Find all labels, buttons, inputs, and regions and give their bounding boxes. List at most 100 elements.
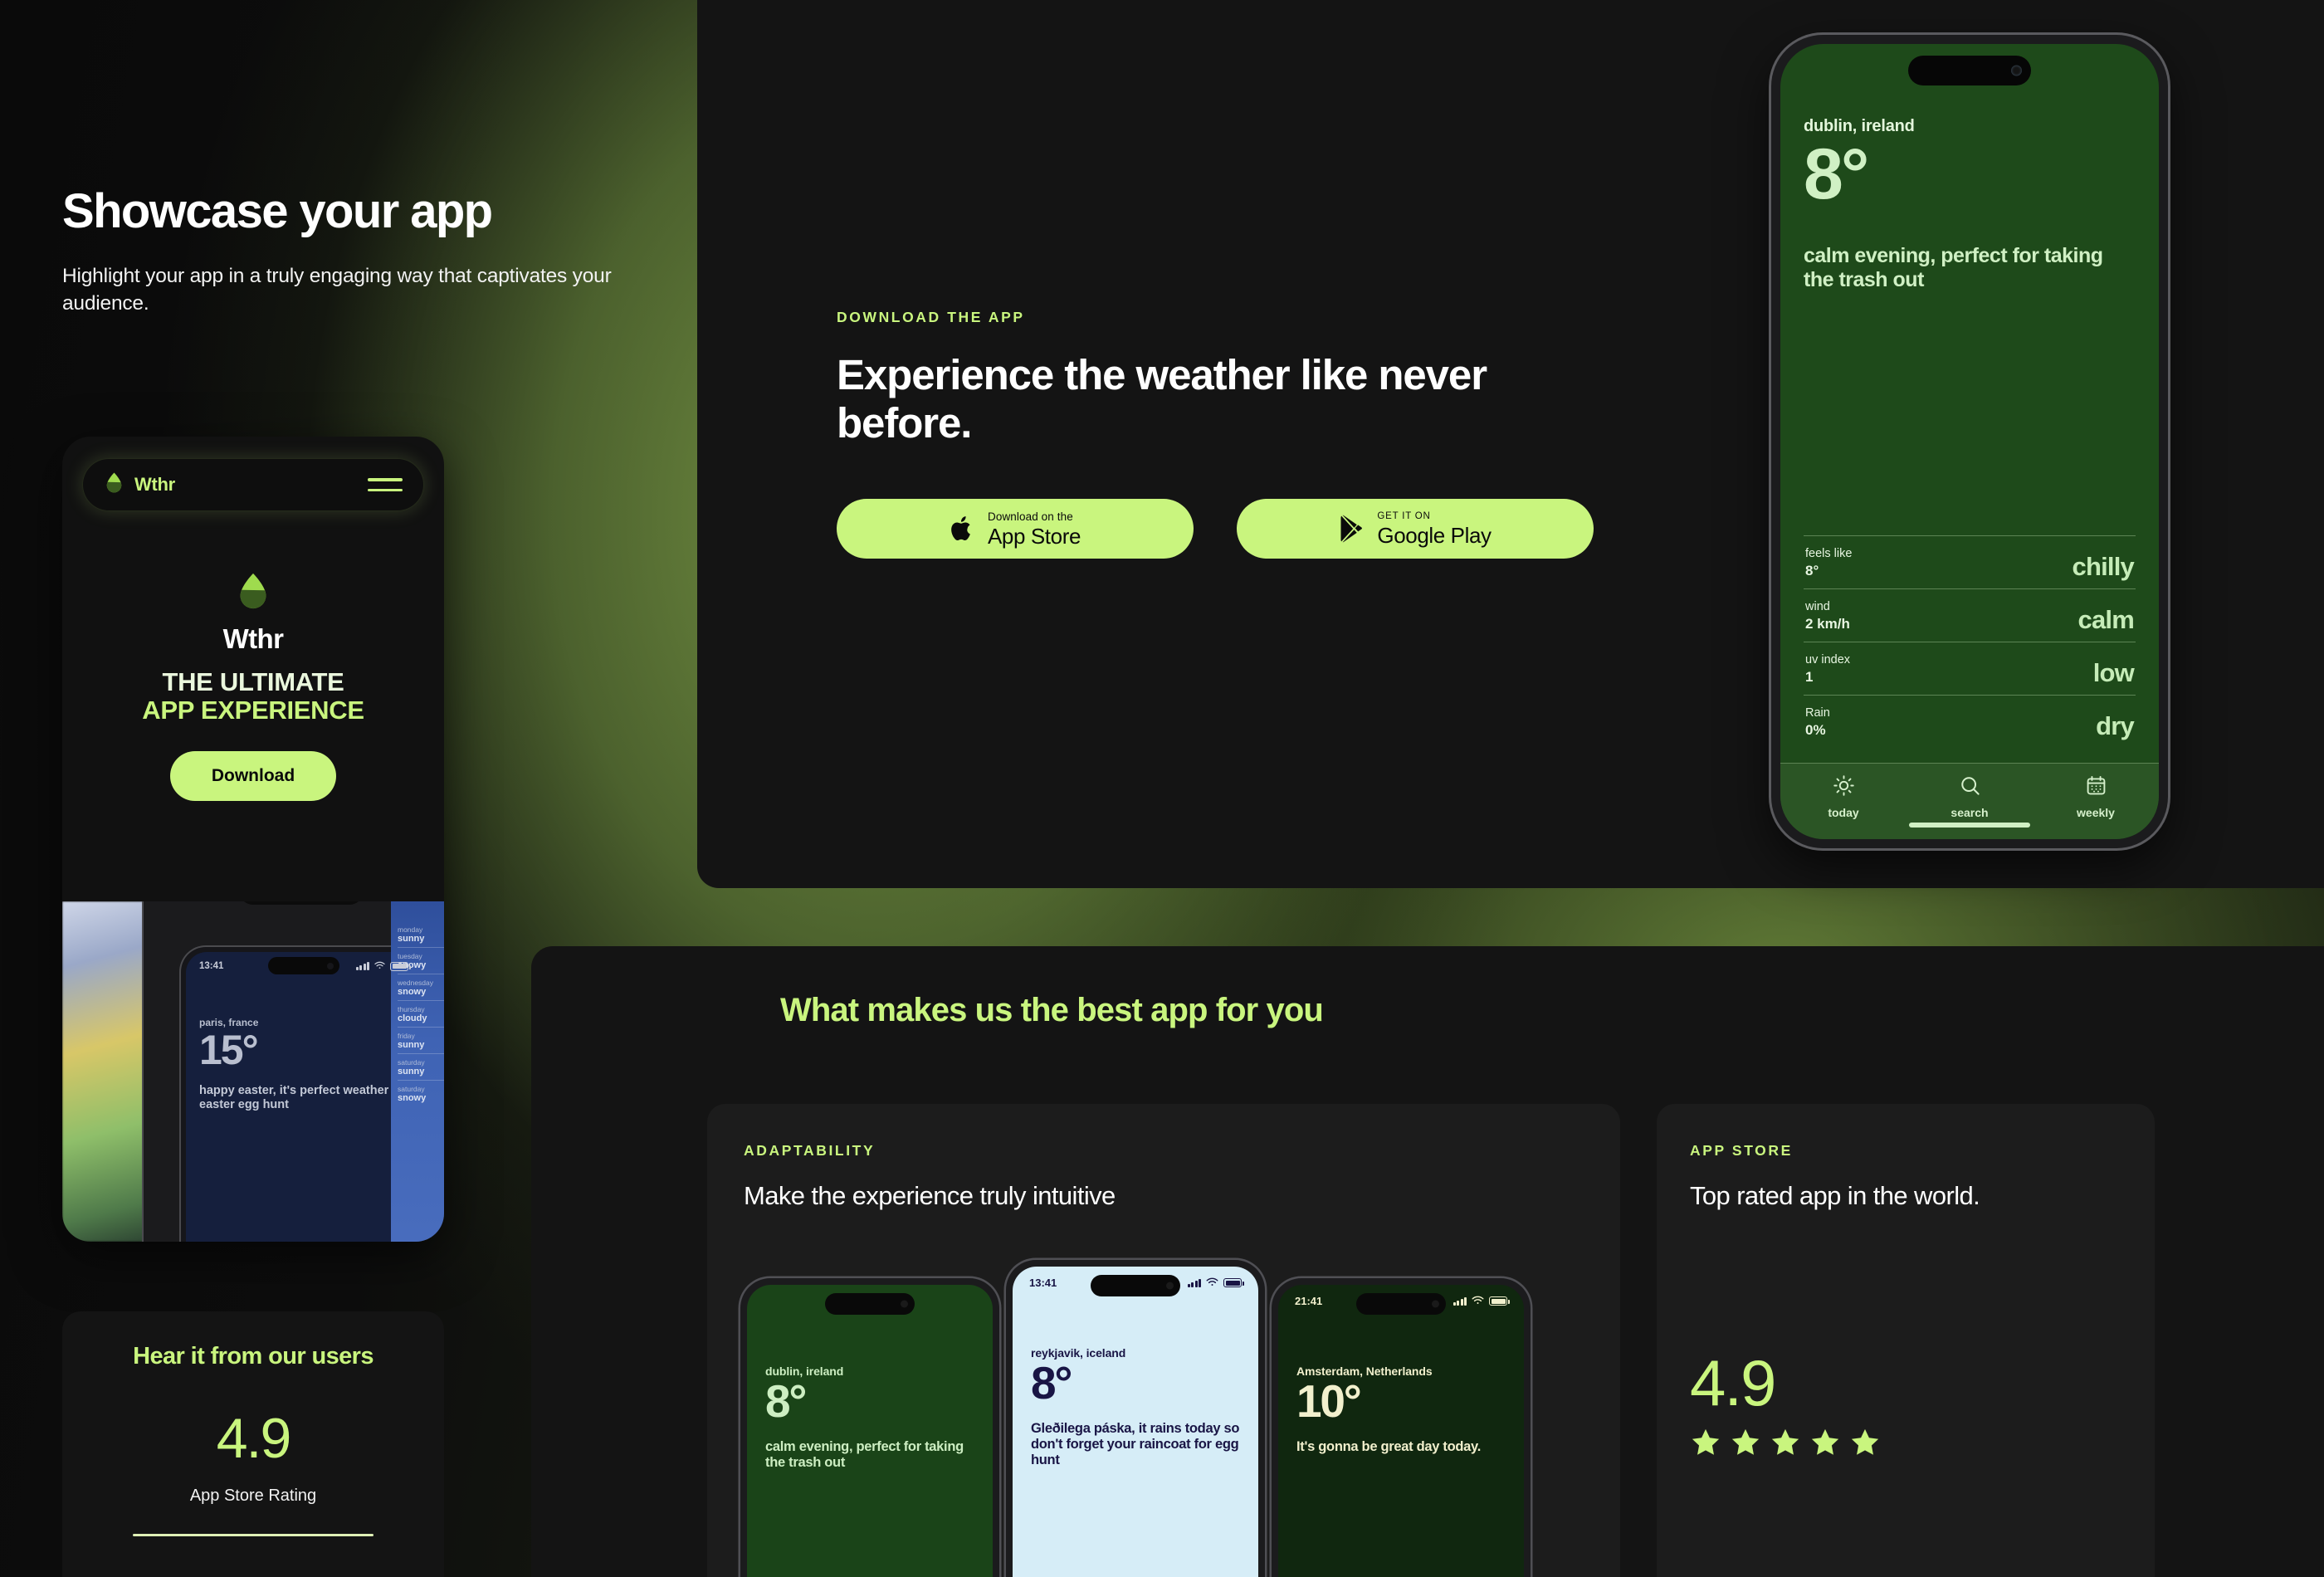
- nav-item-today[interactable]: today: [1798, 774, 1889, 819]
- forecast-row: thursday cloudy: [398, 999, 444, 1027]
- nav-item-search[interactable]: search: [1924, 774, 2015, 819]
- status-time: 13:41: [199, 961, 224, 971]
- stat-row-uv-index: uv index 1 low: [1804, 641, 2136, 695]
- phone-temperature: 8°: [1031, 1357, 1072, 1409]
- wifi-icon: [374, 959, 385, 974]
- nav-label: search: [1950, 806, 1989, 819]
- signal-icon: [355, 962, 369, 970]
- inner-phone-temperature: 15°: [199, 1027, 259, 1073]
- app-store-score: 4.9: [1690, 1346, 1776, 1419]
- stat-label: uv index: [1805, 652, 1851, 666]
- stat-row-feels-like: feels like 8° chilly: [1804, 535, 2136, 588]
- app-store-card: APP STORE Top rated app in the world. 4.…: [1657, 1104, 2155, 1577]
- app-store-big: App Store: [987, 524, 1081, 549]
- search-icon: [1959, 774, 1981, 801]
- forecast-row: friday sunny: [398, 1026, 444, 1053]
- phone-notch: [1091, 1275, 1180, 1296]
- main-phone-stats: feels like 8° chilly wind 2 km/h calm uv…: [1804, 535, 2136, 749]
- main-phone-bottom-nav: today search weekly: [1780, 763, 2159, 839]
- forecast-day: saturday: [398, 1057, 425, 1067]
- forecast-summary: sunny: [398, 1039, 425, 1050]
- testimonial-card: Hear it from our users 4.9 App Store Rat…: [62, 1311, 444, 1577]
- download-button[interactable]: Download: [170, 751, 336, 802]
- forecast-day: thursday: [398, 1004, 425, 1013]
- adaptability-headline: Make the experience truly intuitive: [744, 1181, 1116, 1210]
- main-phone-temperature: 8°: [1804, 134, 1869, 214]
- stat-row-wind: wind 2 km/h calm: [1804, 588, 2136, 642]
- stat-row-rain: Rain 0% dry: [1804, 694, 2136, 748]
- store-buttons: Download on the App Store GET IT ON Goog…: [837, 499, 1594, 559]
- battery-icon: [390, 961, 411, 971]
- phone-description: It's gonna be great day today.: [1296, 1438, 1481, 1454]
- stat-label: feels like: [1805, 546, 1853, 560]
- forecast-summary: snowy: [398, 1092, 427, 1103]
- nav-item-weekly[interactable]: weekly: [2050, 774, 2141, 819]
- phone-notch: [1356, 1293, 1446, 1315]
- status-time: 21:41: [1295, 1295, 1323, 1307]
- download-eyebrow: DOWNLOAD THE APP: [837, 309, 1025, 325]
- droplet-logo-icon: [104, 471, 124, 498]
- nav-label: today: [1828, 806, 1859, 819]
- google-play-big: Google Play: [1377, 523, 1492, 548]
- star-icon: [1770, 1427, 1801, 1462]
- stat-summary: low: [2092, 657, 2135, 687]
- star-icon: [1730, 1427, 1761, 1462]
- forecast-day: saturday: [398, 1084, 425, 1093]
- divider: [133, 1534, 374, 1536]
- google-play-label: GET IT ON Google Play: [1377, 510, 1492, 548]
- app-store-button[interactable]: Download on the App Store: [837, 499, 1194, 559]
- showcase-phone-mockup: Wthr Wthr THE ULTIMATE APP EXPERIENCE Do…: [62, 437, 444, 1242]
- forecast-day: monday: [398, 925, 423, 934]
- forecast-summary: cloudy: [398, 1013, 427, 1023]
- battery-icon: [1223, 1278, 1244, 1287]
- sun-icon: [1833, 774, 1855, 801]
- home-indicator: [1909, 823, 2030, 828]
- google-play-small: GET IT ON: [1377, 510, 1431, 521]
- signal-icon: [1187, 1278, 1201, 1287]
- hamburger-icon[interactable]: [368, 478, 403, 491]
- dynamic-island: [1908, 56, 2031, 85]
- page-title: Showcase your app: [62, 184, 493, 238]
- forecast-summary: sunny: [398, 1066, 425, 1077]
- stat-summary: dry: [2096, 711, 2135, 740]
- wifi-icon: [1206, 1277, 1218, 1289]
- battery-icon: [1489, 1296, 1510, 1306]
- inner-phone-frame: 13:41 paris, france 15° happy easter, it…: [181, 947, 427, 1242]
- inner-phone-notch: [268, 957, 339, 974]
- features-title: What makes us the best app for you: [780, 992, 1324, 1028]
- stat-label: Rain: [1805, 706, 1830, 720]
- main-phone-mockup: dublin, ireland 8° calm evening, perfect…: [1771, 35, 2168, 848]
- outer-phone-notch: [239, 901, 364, 905]
- app-store-eyebrow: APP STORE: [1690, 1142, 1793, 1159]
- forecast-row: saturday sunny: [398, 1052, 444, 1080]
- forecast-row: saturday snowy: [398, 1079, 444, 1106]
- adaptability-card: ADAPTABILITY Make the experience truly i…: [707, 1104, 1620, 1577]
- brand-name: Wthr: [134, 474, 175, 495]
- weekly-forecast-panel: it's c next monday sunny tuesday snowy w…: [391, 901, 444, 1242]
- inner-phone-description: happy easter, it's perfect weather for e…: [199, 1084, 408, 1112]
- google-play-button[interactable]: GET IT ON Google Play: [1237, 499, 1594, 559]
- weekly-panel-title: it's c next: [398, 901, 444, 903]
- main-phone-screen: dublin, ireland 8° calm evening, perfect…: [1780, 44, 2159, 839]
- wifi-icon: [1472, 1295, 1484, 1307]
- app-store-label: Download on the App Store: [987, 510, 1081, 549]
- inner-phone-screen: 13:41 paris, france 15° happy easter, it…: [186, 952, 422, 1242]
- star-icon: [1809, 1427, 1841, 1462]
- app-store-small: Download on the: [987, 510, 1073, 523]
- showcase-phone-hero: Wthr THE ULTIMATE APP EXPERIENCE Downloa…: [62, 571, 444, 802]
- stat-value: 0%: [1805, 722, 1826, 738]
- adaptability-eyebrow: ADAPTABILITY: [744, 1142, 876, 1159]
- google-play-icon: [1339, 515, 1364, 543]
- forecast-row: wednesday snowy: [398, 973, 444, 1000]
- status-time: 13:41: [1029, 1277, 1057, 1289]
- hero-subtitle: Highlight your app in a truly engaging w…: [62, 264, 612, 315]
- showcase-tagline-line1: THE ULTIMATE: [162, 667, 344, 696]
- brand-logo[interactable]: Wthr: [104, 471, 175, 498]
- forecast-summary: snowy: [398, 986, 427, 997]
- stat-value: 8°: [1805, 562, 1819, 579]
- star-icon: [1690, 1427, 1721, 1462]
- forecast-row: monday sunny: [398, 921, 444, 947]
- star-rating: [1690, 1427, 2121, 1462]
- download-section: DOWNLOAD THE APP Experience the weather …: [837, 309, 1594, 559]
- phone-notch: [825, 1293, 915, 1315]
